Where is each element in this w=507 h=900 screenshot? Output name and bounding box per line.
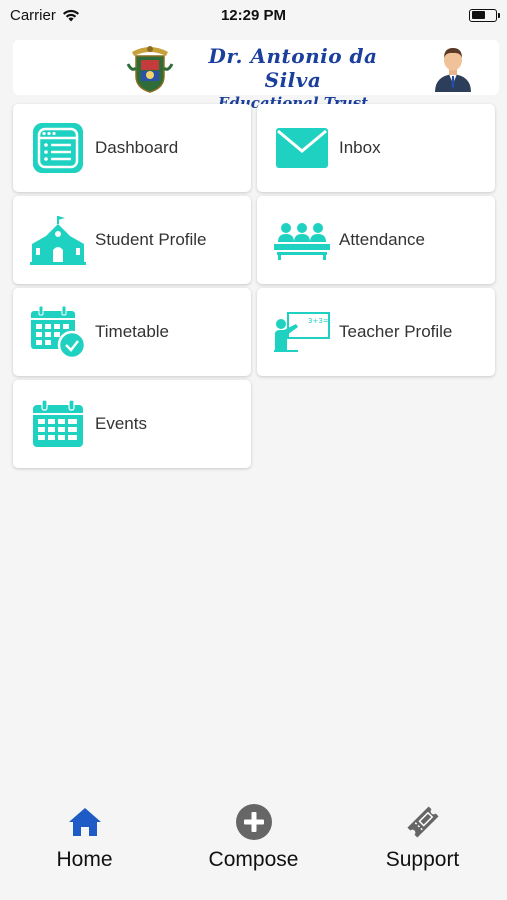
dashboard-icon: [30, 120, 86, 176]
ticket-icon: [403, 802, 443, 842]
header-banner: Dr. Antonio da Silva Educational Trust: [13, 40, 499, 112]
envelope-icon: [274, 120, 330, 176]
menu-item-attendance[interactable]: Attendance: [257, 196, 495, 284]
brand-title: Dr. Antonio da Silva Educational Trust: [178, 44, 408, 112]
battery-icon: [469, 8, 500, 22]
tab-label: Home: [56, 848, 113, 871]
menu-grid: Dashboard Inbox Student Profile Attendan…: [13, 104, 495, 468]
menu-item-label: Inbox: [339, 138, 381, 157]
user-avatar-icon[interactable]: [431, 44, 475, 92]
menu-item-timetable[interactable]: Timetable: [13, 288, 251, 376]
menu-item-label: Attendance: [339, 230, 426, 249]
brand-title-line1: Dr. Antonio da Silva: [208, 44, 378, 92]
wifi-icon: [62, 9, 79, 21]
menu-item-label: Student Profile: [95, 230, 207, 249]
school-crest-icon: [126, 46, 174, 93]
menu-item-student-profile[interactable]: Student Profile: [13, 196, 251, 284]
menu-item-inbox[interactable]: Inbox: [257, 104, 495, 192]
tab-support[interactable]: Support: [353, 802, 493, 872]
home-icon: [65, 802, 105, 842]
status-left: Carrier: [10, 7, 80, 24]
teacher-board-icon: 3+3=6: [274, 304, 330, 360]
group-icon: [274, 212, 330, 268]
bottom-tab-bar: Home Compose Support: [0, 790, 507, 900]
status-bar: Carrier 12:29 PM: [0, 0, 507, 30]
menu-item-label: Events: [95, 414, 147, 433]
menu-item-dashboard[interactable]: Dashboard: [13, 104, 251, 192]
tab-home[interactable]: Home: [15, 802, 155, 872]
svg-text:3+3=6: 3+3=6: [308, 317, 330, 325]
school-building-icon: [30, 212, 86, 268]
tab-compose[interactable]: Compose: [184, 802, 324, 872]
menu-item-teacher-profile[interactable]: 3+3=6 Teacher Profile: [257, 288, 495, 376]
calendar-clock-icon: [30, 304, 86, 360]
tab-label: Support: [385, 848, 460, 871]
battery-level: [471, 11, 486, 19]
tab-label: Compose: [208, 848, 299, 871]
menu-item-events[interactable]: Events: [13, 380, 251, 468]
plus-circle-icon: [234, 802, 274, 842]
carrier-label: Carrier: [10, 6, 56, 24]
menu-item-label: Dashboard: [95, 138, 179, 157]
menu-item-label: Timetable: [95, 322, 170, 341]
calendar-icon: [30, 396, 86, 452]
menu-item-label: Teacher Profile: [339, 322, 453, 341]
